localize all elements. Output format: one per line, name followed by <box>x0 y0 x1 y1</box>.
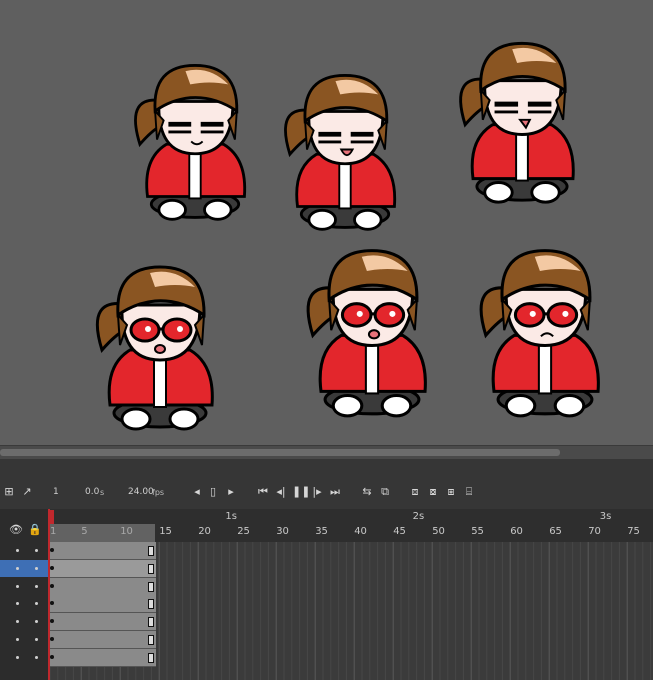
layer-row[interactable] <box>0 542 48 559</box>
loop-icon[interactable]: ⇆ <box>360 485 374 499</box>
canvas-stage[interactable] <box>0 0 653 445</box>
layer-options-icon[interactable]: ⊞ <box>2 485 16 499</box>
keyframe-dot[interactable] <box>50 619 54 624</box>
lock-dot[interactable] <box>35 584 38 588</box>
lock-dot[interactable] <box>35 655 38 659</box>
frame-span[interactable] <box>48 559 156 578</box>
selected-frame-range <box>50 524 155 542</box>
ruler-frame-label: 55 <box>471 526 484 537</box>
onion-skin-icon[interactable]: ⧉ <box>378 485 392 499</box>
step-back-icon[interactable]: ◂| <box>274 485 288 499</box>
frame-span[interactable] <box>48 595 156 614</box>
play-icon[interactable]: ❚❚ <box>292 485 310 499</box>
frame-span[interactable] <box>48 648 156 667</box>
ruler-frame-label: 35 <box>315 526 328 537</box>
layer-row[interactable] <box>0 578 48 595</box>
keyframe-dot[interactable] <box>50 601 54 606</box>
lock-dot[interactable] <box>35 638 38 641</box>
keyframe-dot[interactable] <box>50 565 54 570</box>
lock-dot[interactable] <box>35 549 38 552</box>
playhead-handle[interactable] <box>48 510 54 524</box>
layer-row[interactable] <box>0 649 48 666</box>
ruler-frame-label: 40 <box>354 526 367 537</box>
ruler-second-label: 3s <box>599 511 612 522</box>
timeline-toolbar: ⊞ ↗ 1 0.0 s 24.00 fps ◂ ▯ ▸ ⏮ ◂| ❚❚ |▸ ⏭… <box>0 459 653 510</box>
layer-row[interactable] <box>0 631 48 648</box>
visibility-dot[interactable] <box>16 566 19 570</box>
ruler-frame-label: 65 <box>549 526 562 537</box>
frame-span[interactable] <box>48 542 156 560</box>
ruler-frame-label: 75 <box>627 526 640 537</box>
ruler-frame-label: 45 <box>393 526 406 537</box>
visibility-dot[interactable] <box>16 602 19 606</box>
go-to-first-icon[interactable]: ⏮ <box>256 485 270 499</box>
center-frame-icon[interactable]: ⧇ <box>426 485 440 499</box>
end-frame-marker[interactable] <box>148 563 154 574</box>
keyframe-dot[interactable] <box>50 583 54 588</box>
timeline-panel: ⊞ ↗ 1 0.0 s 24.00 fps ◂ ▯ ▸ ⏮ ◂| ❚❚ |▸ ⏭… <box>0 459 653 680</box>
ruler-second-label: 1s <box>225 511 237 522</box>
graph-icon[interactable]: ↗ <box>20 485 34 499</box>
characters-artwork <box>95 41 600 431</box>
ruler-frame-label: 70 <box>588 526 601 537</box>
current-time[interactable]: 0.0 <box>85 487 99 497</box>
current-frame[interactable]: 1 <box>53 487 59 497</box>
go-to-last-icon[interactable]: ⏭ <box>328 485 342 499</box>
frame-span[interactable] <box>48 631 156 649</box>
frame-span[interactable] <box>48 613 156 632</box>
visibility-dot[interactable] <box>16 584 19 588</box>
frame-span[interactable] <box>48 577 156 596</box>
stage-horizontal-scrollbar[interactable] <box>0 445 653 460</box>
keyframe-dot[interactable] <box>50 548 54 552</box>
end-frame-marker[interactable] <box>148 635 154 645</box>
fps-unit: fps <box>152 488 165 497</box>
ruler-frame-label: 50 <box>432 526 445 537</box>
visibility-dot[interactable] <box>16 549 19 552</box>
layer-row[interactable] <box>0 613 48 630</box>
end-frame-marker[interactable] <box>148 581 154 592</box>
frames-grid[interactable] <box>48 542 653 680</box>
ruler-frame-label: 30 <box>276 526 289 537</box>
keyframe-dot[interactable] <box>50 654 54 659</box>
step-forward-icon[interactable]: |▸ <box>310 485 324 499</box>
ruler-frame-label: 25 <box>237 526 250 537</box>
character-1 <box>134 63 247 221</box>
prev-keyframe-icon[interactable]: ◂ <box>190 485 204 499</box>
character-2 <box>284 73 397 231</box>
character-5 <box>306 249 427 418</box>
visibility-dot[interactable] <box>16 655 19 659</box>
layer-row[interactable] <box>0 559 48 577</box>
scrollbar-thumb[interactable] <box>0 449 560 456</box>
lock-icon[interactable]: 🔒 <box>28 523 42 537</box>
insert-keyframe-icon[interactable]: ▯ <box>206 485 220 499</box>
ruler-frame-label: 20 <box>198 526 211 537</box>
visibility-dot[interactable] <box>16 620 19 624</box>
character-6 <box>479 249 600 418</box>
lock-dot[interactable] <box>35 566 38 570</box>
end-frame-marker[interactable] <box>148 599 154 610</box>
edit-multiple-frames-icon[interactable]: ⧈ <box>408 485 422 499</box>
ruler-frame-label: 15 <box>159 526 172 537</box>
character-3 <box>459 41 575 204</box>
eye-icon[interactable]: 👁 <box>9 523 23 537</box>
layer-row[interactable] <box>0 595 48 612</box>
end-frame-marker[interactable] <box>148 546 154 556</box>
frame-view-icon[interactable]: ⧆ <box>444 485 458 499</box>
lock-dot[interactable] <box>35 602 38 606</box>
keyframe-dot[interactable] <box>50 637 54 641</box>
playhead[interactable] <box>48 509 50 680</box>
fit-icon[interactable]: ⌸ <box>462 485 476 499</box>
fps-value[interactable]: 24.00 <box>128 487 154 497</box>
character-4 <box>95 265 214 431</box>
end-frame-marker[interactable] <box>148 652 154 663</box>
next-keyframe-icon[interactable]: ▸ <box>224 485 238 499</box>
layer-list: 👁 🔒 <box>0 509 49 680</box>
time-unit: s <box>100 488 105 497</box>
end-frame-marker[interactable] <box>148 617 154 628</box>
ruler-second-label: 2s <box>412 511 425 522</box>
visibility-dot[interactable] <box>16 638 19 641</box>
ruler-frame-label: 60 <box>510 526 523 537</box>
lock-dot[interactable] <box>35 620 38 624</box>
